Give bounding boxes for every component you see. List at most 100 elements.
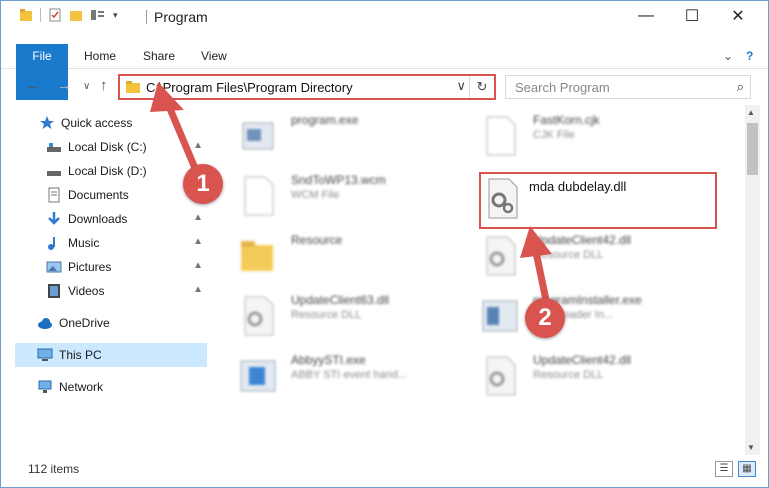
installer-icon (482, 300, 518, 332)
dll-gear-icon (486, 356, 516, 396)
toolbar-divider (40, 8, 41, 22)
address-dropdown-icon[interactable]: ∨ (456, 78, 466, 94)
sidebar-item-onedrive[interactable]: OneDrive (37, 311, 207, 335)
music-icon (48, 237, 55, 250)
item-count: 112 items (28, 462, 80, 476)
sidebar-item-label: Quick access (61, 116, 133, 130)
search-icon[interactable]: ⌕ (737, 79, 744, 95)
sidebar-item-label: OneDrive (59, 316, 110, 330)
file-item[interactable]: Resource (239, 229, 479, 285)
sidebar-item-label: This PC (59, 348, 102, 362)
file-name: UpdateClient63.dll (291, 293, 390, 307)
sidebar-item-network[interactable]: Network (37, 375, 207, 399)
file-type: Resource DLL (291, 309, 362, 321)
folder-icon (126, 81, 140, 93)
tab-view[interactable]: View (201, 44, 227, 68)
forward-button[interactable]: → (57, 77, 72, 94)
file-name: Resource (291, 233, 343, 247)
sidebar-item-label: Network (59, 380, 104, 394)
file-item[interactable]: UpdateClient42.dll Resource DLL (481, 349, 721, 405)
sidebar-item-quick-access[interactable]: Quick access (39, 111, 207, 135)
exe-file-icon (240, 360, 276, 392)
sidebar-item-label: Local Disk (C:) (68, 140, 147, 154)
new-folder-icon[interactable] (69, 8, 83, 22)
file-item[interactable]: UpdateClient42.dll Resource DLL (481, 229, 721, 285)
sidebar-item-this-pc[interactable]: This PC (15, 343, 207, 367)
properties-icon[interactable] (48, 8, 62, 22)
file-item[interactable]: UpdateClient63.dll Resource DLL (239, 289, 479, 345)
file-type: Resource DLL (533, 249, 604, 261)
ribbon-expand-icon[interactable]: ⌄ (723, 44, 733, 68)
up-button[interactable]: ↑ (100, 77, 108, 94)
step-1-badge: 1 (183, 164, 223, 204)
file-item[interactable]: programInstaller.exe Downloader In... (481, 289, 721, 345)
exe-file-icon (242, 122, 274, 150)
document-file-icon (486, 116, 516, 156)
sidebar-item-music[interactable]: Music ▲ (46, 231, 207, 255)
drive-icon (47, 171, 61, 176)
vertical-scrollbar[interactable]: ▲ ▼ (745, 105, 760, 455)
file-name: FastKorn.cjk (533, 113, 600, 127)
close-button[interactable]: ✕ (715, 1, 761, 31)
help-icon[interactable]: ? (746, 44, 753, 68)
folder-icon[interactable] (19, 8, 33, 22)
tab-share[interactable]: Share (143, 44, 175, 68)
explorer-window: ▾ Program — ☐ ✕ File Home Share View ⌄ ?… (0, 0, 769, 488)
toolbar-dropdown-icon[interactable]: ▾ (113, 10, 118, 21)
sidebar-item-videos[interactable]: Videos ▲ (46, 279, 207, 303)
file-type: ABBY STI event hand... (291, 369, 407, 381)
details-view-icon[interactable]: ☰ (715, 461, 733, 477)
pin-icon: ▲ (193, 212, 203, 223)
documents-icon (48, 187, 60, 203)
large-icons-view-icon[interactable]: ▦ (738, 461, 756, 477)
address-bar[interactable]: C:\Program Files\Program Directory ∨ ↻ (118, 74, 496, 100)
status-bar: 112 items ☰ ▦ (1, 459, 768, 481)
file-type: WCM File (291, 189, 340, 201)
dll-gear-icon (488, 178, 518, 219)
search-box[interactable]: Search Program ⌕ (505, 75, 751, 99)
file-item[interactable]: AbbyySTI.exe ABBY STI event hand... (239, 349, 479, 405)
dll-gear-icon (244, 296, 274, 336)
maximize-button[interactable]: ☐ (669, 1, 715, 31)
sidebar-item-label: Music (68, 236, 100, 250)
back-button[interactable]: ← (25, 77, 40, 94)
pin-icon: ▲ (193, 236, 203, 247)
navigation-pane: Quick access Local Disk (C:) ▲ Local Dis… (1, 105, 211, 455)
file-item-selected[interactable]: mda dubdelay.dll (479, 172, 717, 229)
minimize-button[interactable]: — (623, 1, 669, 31)
file-item[interactable]: program.exe (239, 109, 479, 165)
sidebar-item-label: Documents (68, 188, 129, 202)
search-input[interactable]: Search Program (515, 80, 610, 95)
file-name: UpdateClient42.dll (533, 353, 632, 367)
customize-icon[interactable] (90, 8, 106, 22)
sidebar-item-label: Downloads (68, 212, 128, 226)
computer-icon (37, 348, 53, 361)
pin-icon: ▲ (193, 284, 203, 295)
file-list: program.exe FastKorn.cjk CJK File SndToW… (215, 105, 745, 455)
scroll-thumb[interactable] (747, 123, 758, 175)
file-name: SndToWP13.wcm (291, 173, 386, 187)
sidebar-item-downloads[interactable]: Downloads ▲ (46, 207, 207, 231)
address-path[interactable]: C:\Program Files\Program Directory (146, 80, 353, 95)
tab-home[interactable]: Home (84, 44, 116, 68)
step-2-badge: 2 (525, 298, 565, 338)
sidebar-item-local-disk-c[interactable]: Local Disk (C:) ▲ (46, 135, 207, 159)
scroll-down-icon[interactable]: ▼ (747, 443, 755, 452)
recent-locations-button[interactable]: ∨ (83, 81, 90, 92)
file-item[interactable]: SndToWP13.wcm WCM File (239, 169, 479, 225)
pin-icon: ▲ (193, 140, 203, 151)
file-item[interactable]: FastKorn.cjk CJK File (481, 109, 721, 165)
ribbon: File Home Share View ⌄ ? (1, 44, 768, 100)
folder-icon (241, 241, 273, 271)
sidebar-item-pictures[interactable]: Pictures ▲ (46, 255, 207, 279)
pin-icon: ▲ (193, 260, 203, 271)
refresh-button[interactable]: ↻ (469, 76, 494, 98)
sidebar-item-label: Local Disk (D:) (68, 164, 147, 178)
file-type: Resource DLL (533, 369, 604, 381)
pictures-icon (46, 261, 62, 273)
file-name: mda dubdelay.dll (529, 179, 627, 194)
drive-icon (47, 143, 61, 152)
title-bar: ▾ Program — ☐ ✕ (1, 1, 768, 31)
sidebar-item-label: Videos (68, 284, 105, 298)
scroll-up-icon[interactable]: ▲ (747, 108, 755, 117)
